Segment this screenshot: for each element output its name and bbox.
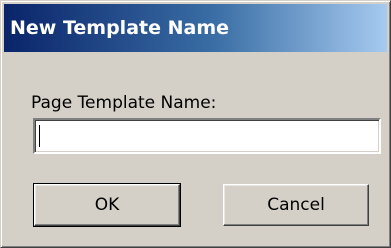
- page-template-name-input[interactable]: [33, 118, 381, 154]
- page-template-name-label: Page Template Name:: [31, 93, 217, 113]
- cancel-button-label: Cancel: [267, 195, 325, 215]
- new-template-name-dialog: New Template Name Page Template Name: OK…: [0, 0, 391, 248]
- dialog-title: New Template Name: [10, 17, 230, 39]
- text-caret: [39, 125, 40, 147]
- ok-button-label: OK: [94, 195, 120, 215]
- ok-button[interactable]: OK: [33, 183, 181, 227]
- title-bar[interactable]: New Template Name: [4, 4, 387, 52]
- cancel-button[interactable]: Cancel: [223, 184, 369, 226]
